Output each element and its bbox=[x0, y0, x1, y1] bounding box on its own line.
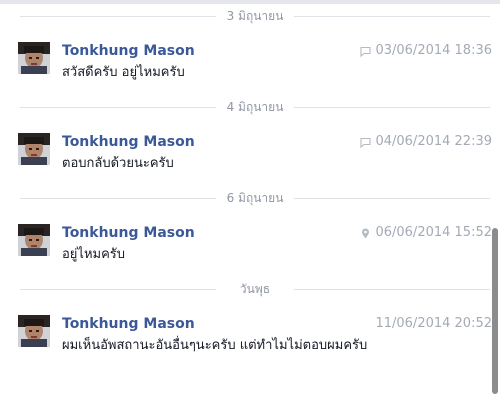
timestamp: 03/06/2014 18:36 bbox=[375, 43, 492, 58]
message-text: อยู่ไหมครับ bbox=[62, 247, 126, 262]
avatar[interactable] bbox=[18, 42, 50, 74]
timestamp: 06/06/2014 15:52 bbox=[375, 225, 492, 240]
sender-name[interactable]: Tonkhung Mason bbox=[62, 42, 195, 60]
avatar[interactable] bbox=[18, 224, 50, 256]
message-text: สวัสดีครับ อยู่ไหมครับ bbox=[62, 65, 185, 80]
sender-name[interactable]: Tonkhung Mason bbox=[62, 133, 195, 151]
message-meta: 06/06/2014 15:52 bbox=[360, 225, 492, 241]
avatar[interactable] bbox=[18, 133, 50, 165]
message-meta: 03/06/2014 18:36 bbox=[360, 43, 492, 59]
message-item: Tonkhung Mason 04/06/2014 22:39 ตอบกลับด… bbox=[18, 133, 492, 181]
location-pin-icon bbox=[362, 228, 370, 238]
timestamp: 04/06/2014 22:39 bbox=[375, 134, 492, 149]
message-item: Tonkhung Mason 06/06/2014 15:52 อยู่ไหมค… bbox=[18, 224, 492, 272]
date-separator-label: 4 มิถุนายน bbox=[226, 100, 284, 114]
date-separator: วันพุธ bbox=[20, 282, 490, 296]
message-thread: 3 มิถุนายน Tonkhung Mason 03/06/2014 18:… bbox=[0, 0, 500, 394]
message-meta: 04/06/2014 22:39 bbox=[360, 134, 492, 150]
message-text: ผมเห็นอัพสถานะอันอื่นๆนะครับ แต่ทำไมไม่ต… bbox=[62, 338, 368, 353]
chat-bubble-icon bbox=[360, 46, 372, 57]
timestamp: 11/06/2014 20:52 bbox=[375, 316, 492, 331]
message-text: ตอบกลับด้วยนะครับ bbox=[62, 156, 174, 171]
message-item: Tonkhung Mason 11/06/2014 20:52 ผมเห็นอั… bbox=[18, 315, 492, 363]
date-separator-label: วันพุธ bbox=[239, 282, 271, 296]
date-separator-label: 6 มิถุนายน bbox=[226, 191, 284, 205]
sender-name[interactable]: Tonkhung Mason bbox=[62, 315, 195, 333]
scrollbar-thumb[interactable] bbox=[492, 228, 498, 394]
sender-name[interactable]: Tonkhung Mason bbox=[62, 224, 195, 242]
chat-bubble-icon bbox=[360, 137, 372, 148]
message-meta: 11/06/2014 20:52 bbox=[375, 316, 492, 332]
date-separator: 4 มิถุนายน bbox=[20, 100, 490, 114]
date-separator: 6 มิถุนายน bbox=[20, 191, 490, 205]
message-item: Tonkhung Mason 03/06/2014 18:36 สวัสดีคร… bbox=[18, 42, 492, 90]
date-separator: 3 มิถุนายน bbox=[20, 9, 490, 23]
date-separator-label: 3 มิถุนายน bbox=[226, 9, 284, 23]
avatar[interactable] bbox=[18, 315, 50, 347]
